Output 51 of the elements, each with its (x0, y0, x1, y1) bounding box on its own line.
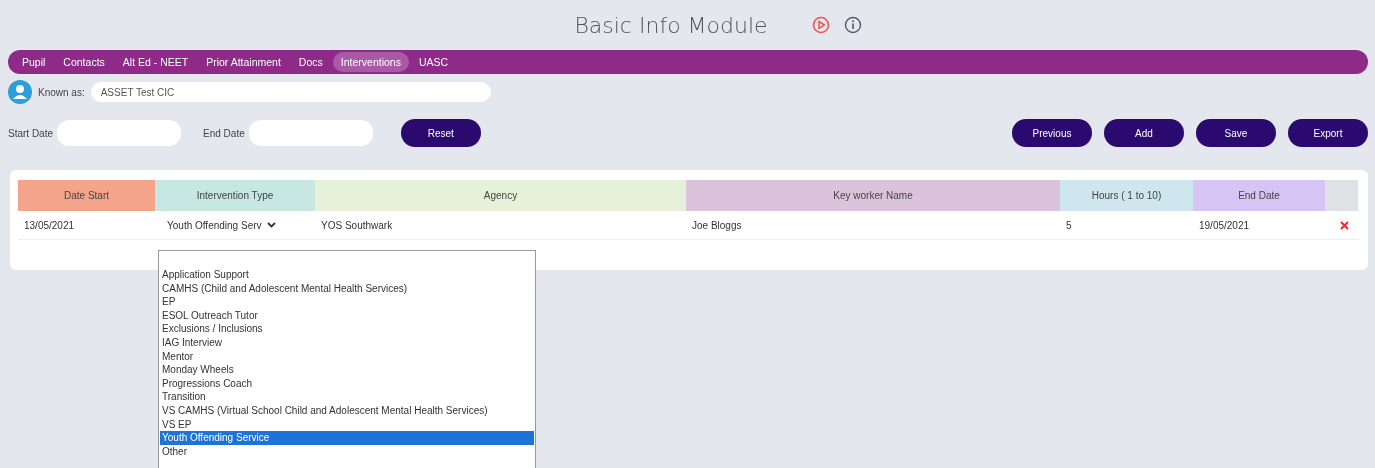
date-field[interactable] (248, 120, 373, 146)
known-as-field[interactable]: ASSET Test CIC (90, 82, 491, 102)
dropdown-option[interactable]: VS EP (160, 417, 534, 432)
column-header: End Date (1193, 180, 1325, 211)
table-cell: YOS Southwark (321, 219, 393, 231)
dropdown-option[interactable]: IAG Interview (160, 335, 534, 350)
dropdown-option[interactable]: Exclusions / Inclusions (160, 322, 534, 336)
nav-tab[interactable]: Contacts (55, 52, 113, 72)
column-header: Date Start (18, 180, 155, 211)
dropdown-option[interactable]: Transition (160, 390, 534, 404)
chevron-icon (266, 222, 276, 228)
date-field[interactable] (57, 120, 182, 146)
dropdown-option[interactable]: Youth Offending Service (160, 431, 534, 445)
user-avatar-icon (8, 80, 32, 104)
table-cell: 13/05/2021 (24, 219, 75, 231)
column-header (1325, 180, 1358, 211)
action-button[interactable]: Previous (1012, 119, 1092, 147)
dropdown-option[interactable]: Application Support (160, 268, 534, 282)
column-header: Hours ( 1 to 10) (1060, 180, 1193, 211)
dropdown-option[interactable]: Monday Wheels (160, 363, 534, 377)
dropdown-option[interactable]: CAMHS (Child and Adolescent Mental Health Services) (160, 281, 534, 296)
column-header: Key worker Name (686, 180, 1060, 211)
dropdown-option[interactable]: VS CAMHS (Virtual School Child and Adolescent Mental Health Services) (160, 403, 534, 418)
dropdown-option[interactable]: Mentor (160, 349, 534, 364)
table-cell: 19/05/2021 (1199, 219, 1250, 231)
field-label: End Date (203, 127, 245, 139)
field-label: Start Date (8, 127, 54, 139)
info-icon[interactable] (843, 16, 862, 34)
field-label: Known as: (38, 86, 85, 98)
action-button[interactable]: Add (1104, 119, 1184, 147)
column-header: Intervention Type (155, 180, 315, 211)
table-cell: 5 (1066, 219, 1072, 231)
nav-tab[interactable]: Prior Attainment (198, 52, 289, 72)
dropdown-option[interactable]: Progressions Coach (160, 376, 534, 391)
play-icon[interactable] (811, 16, 830, 34)
delete-icon[interactable] (1340, 220, 1349, 230)
type-select[interactable]: Youth Offending Serv (161, 219, 276, 231)
nav-tab[interactable]: UASC (410, 52, 457, 72)
page-title: Basic Info Module (574, 12, 768, 38)
nav-tab[interactable]: Alt Ed - NEET (114, 52, 197, 72)
column-header: Agency (315, 180, 686, 211)
dropdown-option[interactable]: EP (160, 295, 534, 309)
action-button[interactable]: Save (1196, 119, 1276, 147)
reset-button[interactable]: Reset (400, 119, 481, 147)
nav-tab[interactable]: Interventions (332, 52, 409, 72)
table-cell: Joe Bloggs (692, 219, 742, 231)
nav-tab[interactable]: Docs (290, 52, 331, 72)
dropdown-option[interactable]: ESOL Outreach Tutor (160, 308, 534, 323)
nav-tab[interactable]: Pupil (14, 52, 54, 72)
action-button[interactable]: Export (1288, 119, 1368, 147)
dropdown-option[interactable]: Other (160, 444, 534, 459)
